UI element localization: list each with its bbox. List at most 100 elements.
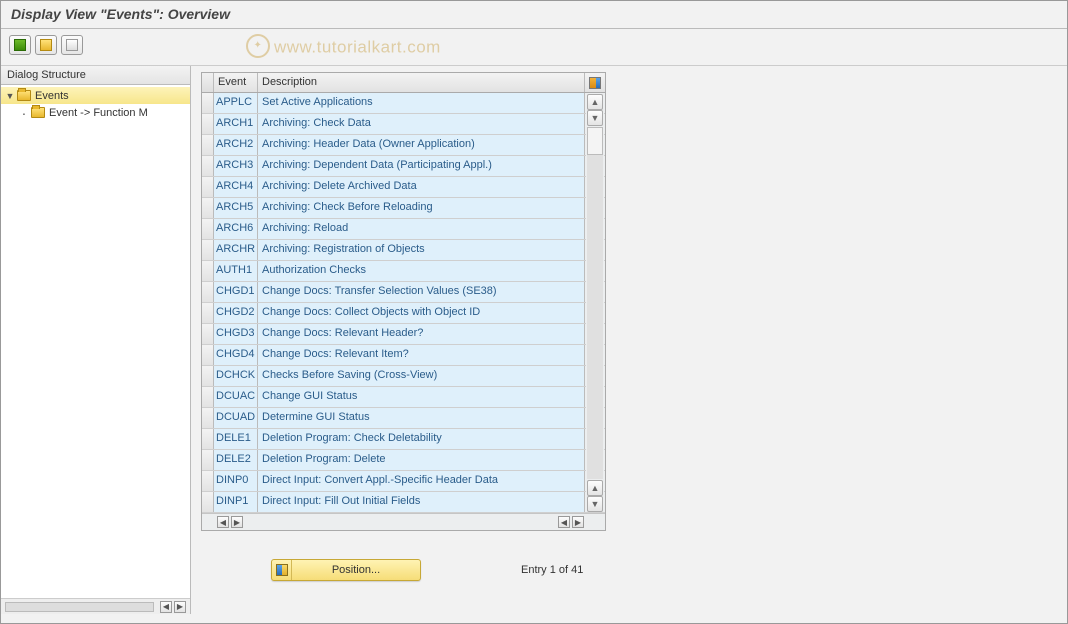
- toolbar-button-3[interactable]: [61, 35, 83, 55]
- tree-expand-icon[interactable]: ▼: [5, 91, 15, 101]
- cell-description: Direct Input: Convert Appl.-Specific Hea…: [258, 471, 585, 491]
- table-row[interactable]: ARCH2Archiving: Header Data (Owner Appli…: [202, 135, 605, 156]
- table-green-icon: [14, 39, 26, 51]
- vscroll-up-top[interactable]: ▲: [587, 94, 603, 110]
- scrollbar-track[interactable]: [5, 602, 154, 612]
- row-selector[interactable]: [202, 450, 214, 470]
- table-row[interactable]: AUTH1Authorization Checks: [202, 261, 605, 282]
- cell-event: DCUAC: [214, 387, 258, 407]
- cell-description: Archiving: Delete Archived Data: [258, 177, 585, 197]
- table-row[interactable]: DINP0Direct Input: Convert Appl.-Specifi…: [202, 471, 605, 492]
- table-row[interactable]: DCUACChange GUI Status: [202, 387, 605, 408]
- row-selector[interactable]: [202, 93, 214, 113]
- row-selector[interactable]: [202, 282, 214, 302]
- table-row[interactable]: DCUADDetermine GUI Status: [202, 408, 605, 429]
- tree-node-event-function[interactable]: · Event -> Function M: [1, 104, 190, 121]
- table-row[interactable]: ARCH6Archiving: Reload: [202, 219, 605, 240]
- table-row[interactable]: ARCH3Archiving: Dependent Data (Particip…: [202, 156, 605, 177]
- row-selector[interactable]: [202, 114, 214, 134]
- row-selector[interactable]: [202, 177, 214, 197]
- vscroll-track[interactable]: [587, 127, 603, 479]
- table-row[interactable]: ARCH5Archiving: Check Before Reloading: [202, 198, 605, 219]
- cell-event: DCHCK: [214, 366, 258, 386]
- folder-icon: [31, 107, 45, 118]
- hscroll-left-2[interactable]: ◀: [558, 516, 570, 528]
- tree-horizontal-scrollbar[interactable]: ◀ ▶: [1, 598, 190, 614]
- table-row[interactable]: CHGD3Change Docs: Relevant Header?: [202, 324, 605, 345]
- hscroll-left-1[interactable]: ◀: [217, 516, 229, 528]
- table-row[interactable]: APPLCSet Active Applications: [202, 93, 605, 114]
- row-selector[interactable]: [202, 156, 214, 176]
- table-vertical-scrollbar[interactable]: ▲ ▼ ▲ ▼: [586, 94, 604, 512]
- cell-event: DINP0: [214, 471, 258, 491]
- row-selector[interactable]: [202, 240, 214, 260]
- table-row[interactable]: ARCHRArchiving: Registration of Objects: [202, 240, 605, 261]
- page-title: Display View "Events": Overview: [1, 1, 1067, 29]
- configure-icon: [589, 77, 601, 89]
- position-icon: [272, 560, 292, 580]
- cell-event: ARCH4: [214, 177, 258, 197]
- cell-event: DINP1: [214, 492, 258, 512]
- row-selector[interactable]: [202, 492, 214, 512]
- cell-event: ARCH3: [214, 156, 258, 176]
- table-row[interactable]: ARCH1Archiving: Check Data: [202, 114, 605, 135]
- table-row[interactable]: DELE1Deletion Program: Check Deletabilit…: [202, 429, 605, 450]
- cell-event: CHGD4: [214, 345, 258, 365]
- cell-description: Archiving: Header Data (Owner Applicatio…: [258, 135, 585, 155]
- row-selector[interactable]: [202, 303, 214, 323]
- cell-event: ARCH5: [214, 198, 258, 218]
- row-selector[interactable]: [202, 471, 214, 491]
- cell-event: CHGD3: [214, 324, 258, 344]
- vscroll-thumb[interactable]: [587, 127, 603, 155]
- cell-event: ARCH2: [214, 135, 258, 155]
- table-configure-button[interactable]: [585, 73, 605, 92]
- column-header-description[interactable]: Description: [258, 73, 585, 92]
- tree-leaf-icon: ·: [19, 108, 29, 118]
- table-row[interactable]: CHGD2Change Docs: Collect Objects with O…: [202, 303, 605, 324]
- table-white-icon: [66, 39, 78, 51]
- toolbar-button-1[interactable]: [9, 35, 31, 55]
- cell-description: Direct Input: Fill Out Initial Fields: [258, 492, 585, 512]
- table-row[interactable]: ARCH4Archiving: Delete Archived Data: [202, 177, 605, 198]
- row-selector[interactable]: [202, 324, 214, 344]
- table-row[interactable]: CHGD4Change Docs: Relevant Item?: [202, 345, 605, 366]
- row-selector[interactable]: [202, 408, 214, 428]
- vscroll-down-bottom[interactable]: ▼: [587, 496, 603, 512]
- position-button[interactable]: Position...: [271, 559, 421, 581]
- row-selector[interactable]: [202, 198, 214, 218]
- toolbar-button-2[interactable]: [35, 35, 57, 55]
- cell-event: CHGD2: [214, 303, 258, 323]
- table-row[interactable]: DINP1Direct Input: Fill Out Initial Fiel…: [202, 492, 605, 513]
- column-selector[interactable]: [202, 73, 214, 92]
- cell-event: ARCH1: [214, 114, 258, 134]
- cell-event: DCUAD: [214, 408, 258, 428]
- vscroll-up-bottom[interactable]: ▲: [587, 480, 603, 496]
- table-row[interactable]: DCHCKChecks Before Saving (Cross-View): [202, 366, 605, 387]
- cell-description: Set Active Applications: [258, 93, 585, 113]
- row-selector[interactable]: [202, 345, 214, 365]
- toolbar: [1, 29, 1067, 66]
- table-row[interactable]: DELE2Deletion Program: Delete: [202, 450, 605, 471]
- cell-description: Archiving: Check Data: [258, 114, 585, 134]
- vscroll-down-top[interactable]: ▼: [587, 110, 603, 126]
- folder-open-icon: [17, 90, 31, 101]
- cell-description: Archiving: Dependent Data (Participating…: [258, 156, 585, 176]
- row-selector[interactable]: [202, 261, 214, 281]
- tree-header: Dialog Structure: [1, 66, 190, 85]
- hscroll-right-2[interactable]: ▶: [572, 516, 584, 528]
- table-horizontal-scrollbar: ◀ ▶ ◀ ▶: [202, 513, 605, 530]
- row-selector[interactable]: [202, 429, 214, 449]
- row-selector[interactable]: [202, 387, 214, 407]
- row-selector[interactable]: [202, 366, 214, 386]
- column-header-event[interactable]: Event: [214, 73, 258, 92]
- tree-node-label: Events: [35, 90, 69, 102]
- scroll-right-icon[interactable]: ▶: [174, 601, 186, 613]
- cell-description: Determine GUI Status: [258, 408, 585, 428]
- row-selector[interactable]: [202, 135, 214, 155]
- tree-node-events[interactable]: ▼ Events: [1, 87, 190, 104]
- scroll-left-icon[interactable]: ◀: [160, 601, 172, 613]
- hscroll-right-1[interactable]: ▶: [231, 516, 243, 528]
- table-row[interactable]: CHGD1Change Docs: Transfer Selection Val…: [202, 282, 605, 303]
- cell-description: Change GUI Status: [258, 387, 585, 407]
- row-selector[interactable]: [202, 219, 214, 239]
